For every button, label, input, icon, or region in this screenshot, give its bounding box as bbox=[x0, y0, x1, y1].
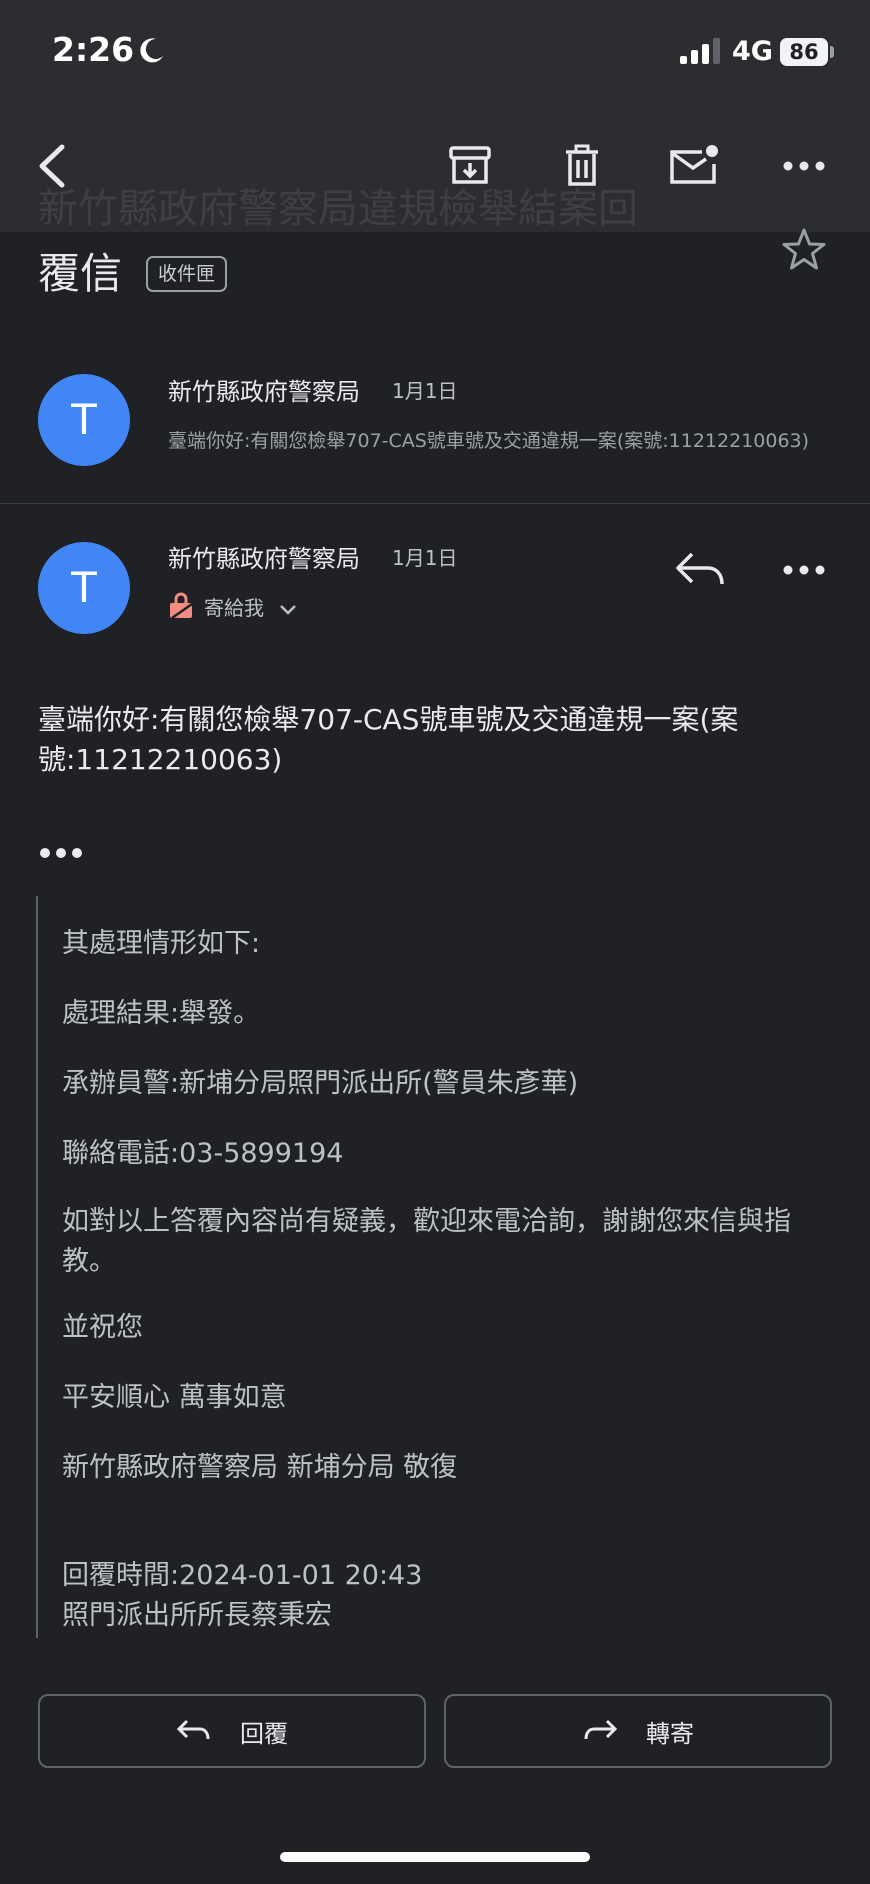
reply-icon-button[interactable] bbox=[670, 540, 734, 600]
forward-button[interactable]: 轉寄 bbox=[444, 1694, 832, 1768]
sender-name: 新竹縣政府警察局 bbox=[168, 378, 360, 406]
trash-icon bbox=[566, 144, 598, 186]
reply-button[interactable]: 回覆 bbox=[38, 1694, 426, 1768]
quote-line: 如對以上答覆內容尚有疑義，歡迎來電洽詢，謝謝您來信與指教。 bbox=[62, 1206, 791, 1277]
inbox-label[interactable]: 收件匣 bbox=[146, 256, 228, 292]
forward-label: 轉寄 bbox=[646, 1719, 694, 1748]
avatar: T bbox=[38, 542, 130, 634]
archive-button[interactable] bbox=[440, 136, 500, 196]
avatar: T bbox=[38, 374, 130, 466]
ellipsis-icon bbox=[40, 848, 82, 858]
sender-name: 新竹縣政府警察局 bbox=[168, 545, 360, 573]
message-snippet: 臺端你好:有關您檢舉707-CAS號車號及交通違規一案(案號:112122100… bbox=[168, 430, 810, 452]
lock-icon bbox=[170, 592, 193, 620]
status-time: 2:26 bbox=[52, 30, 135, 69]
home-indicator[interactable] bbox=[280, 1852, 590, 1862]
back-button[interactable] bbox=[22, 136, 82, 196]
quote-line: 承辦員警:新埔分局照門派出所(警員朱彥華) bbox=[62, 1068, 579, 1099]
message-body: 臺端你好:有關您檢舉707-CAS號車號及交通違規一案(案號:112122100… bbox=[38, 703, 739, 776]
subject-scrolled-line: 新竹縣政府警察局違規檢舉結案回 bbox=[38, 186, 638, 232]
mark-unread-icon bbox=[670, 145, 718, 184]
recipient-details-toggle[interactable] bbox=[276, 598, 300, 622]
archive-icon bbox=[449, 146, 491, 184]
more-icon bbox=[783, 565, 825, 575]
delete-button[interactable] bbox=[552, 136, 612, 196]
show-trimmed-content-button[interactable] bbox=[38, 838, 84, 868]
more-icon bbox=[783, 161, 825, 171]
reply-time: 回覆時間:2024-01-01 20:43 bbox=[62, 1560, 423, 1591]
quote-line: 聯絡電話:03-5899194 bbox=[62, 1138, 344, 1169]
message-date: 1月1日 bbox=[392, 379, 458, 403]
quote-signature: 照門派出所所長蔡秉宏 bbox=[62, 1600, 332, 1631]
quote-line: 並祝您 bbox=[62, 1312, 143, 1343]
recipient-text: 寄給我 bbox=[204, 596, 264, 620]
mark-unread-button[interactable] bbox=[664, 136, 724, 196]
top-bar: 2:26 4G 86 新竹縣政府警察局違規檢舉結案回 bbox=[0, 0, 870, 232]
quote-line: 其處理情形如下: bbox=[62, 928, 261, 959]
divider bbox=[0, 503, 870, 504]
quote-line: 新竹縣政府警察局 新埔分局 敬復 bbox=[62, 1452, 458, 1483]
moon-icon bbox=[140, 38, 163, 63]
quote-line: 處理結果:舉發。 bbox=[62, 998, 261, 1029]
back-icon bbox=[39, 144, 65, 188]
quote-line: 平安順心 萬事如意 bbox=[62, 1382, 287, 1413]
signal-icon bbox=[680, 38, 720, 64]
message-more-button[interactable] bbox=[774, 540, 834, 600]
quoted-text: 其處理情形如下: 處理結果:舉發。 承辦員警:新埔分局照門派出所(警員朱彥華) … bbox=[36, 896, 836, 1638]
more-options-button[interactable] bbox=[774, 136, 834, 196]
network-type: 4G bbox=[732, 36, 773, 67]
message-date: 1月1日 bbox=[392, 546, 458, 570]
battery-icon: 86 bbox=[780, 38, 828, 66]
forward-icon bbox=[584, 1719, 618, 1740]
email-subject: 覆信 bbox=[38, 249, 123, 298]
reply-icon bbox=[176, 1719, 210, 1740]
reply-label: 回覆 bbox=[240, 1719, 288, 1748]
star-button[interactable] bbox=[780, 226, 828, 274]
star-icon bbox=[782, 228, 826, 270]
reply-icon bbox=[676, 552, 724, 585]
chevron-down-icon bbox=[280, 605, 296, 615]
battery-cap bbox=[830, 46, 834, 58]
